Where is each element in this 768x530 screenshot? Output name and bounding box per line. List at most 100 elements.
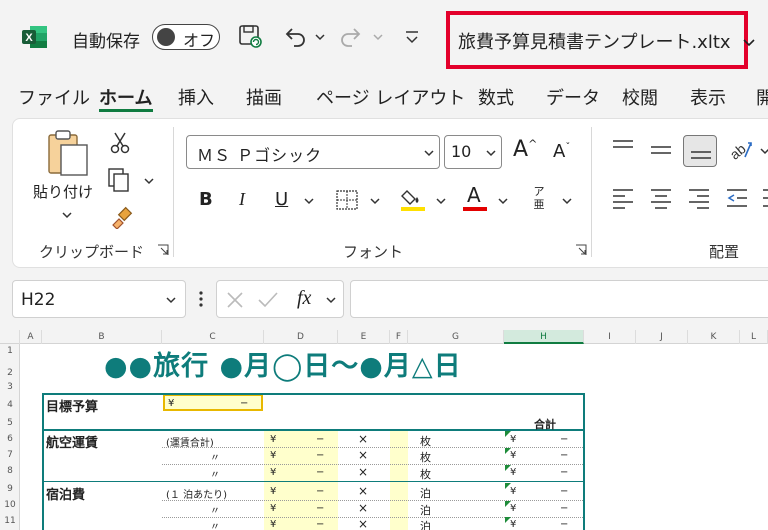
name-box-chevron-icon <box>166 297 176 304</box>
tab-file[interactable]: ファイル <box>18 84 90 110</box>
font-name-select[interactable]: ＭＳ Ｐゴシック <box>186 135 440 169</box>
phonetic-chevron-icon[interactable] <box>561 197 573 205</box>
quantity-input-column[interactable] <box>390 430 408 530</box>
tab-formulas[interactable]: 数式 <box>478 84 514 110</box>
price-yen: ¥ <box>270 434 277 445</box>
redo-icon[interactable] <box>338 22 366 50</box>
filename-highlight-box[interactable]: 旅費予算見積書テンプレート.xltx <box>446 11 755 69</box>
shrink-font-button[interactable]: Aˇ <box>553 141 570 162</box>
top-align-icon[interactable] <box>611 139 635 157</box>
font-launcher-icon[interactable] <box>575 244 587 256</box>
row-header[interactable]: 1 <box>0 346 20 356</box>
increase-indent-icon[interactable] <box>761 187 768 209</box>
italic-button[interactable]: I <box>239 189 245 210</box>
table-right-border <box>583 393 585 530</box>
row-header[interactable]: 2 <box>0 368 20 378</box>
tab-insert[interactable]: 挿入 <box>178 84 214 110</box>
tab-draw[interactable]: 描画 <box>246 84 282 110</box>
fill-color-icon[interactable] <box>399 185 427 213</box>
column-header-selected[interactable]: H <box>504 330 584 344</box>
worksheet-grid[interactable]: A B C D E F G H I J K L 1 2 3 4 5 6 7 8 … <box>0 330 768 530</box>
column-header[interactable]: I <box>584 330 636 344</box>
insert-function-button[interactable]: fx <box>297 287 311 310</box>
more-options-icon[interactable] <box>198 290 204 308</box>
orientation-chevron-icon[interactable] <box>759 147 768 155</box>
undo-dropdown-chevron-icon[interactable] <box>314 33 326 41</box>
paste-label[interactable]: 貼り付け <box>33 181 93 202</box>
ribbon-separator <box>591 127 592 257</box>
decrease-indent-icon[interactable] <box>725 187 749 209</box>
column-header[interactable]: D <box>264 330 338 344</box>
phonetic-guide-button[interactable]: ア 亜 <box>531 185 547 211</box>
grow-font-button[interactable]: A^ <box>513 137 537 162</box>
unit-price-input-column[interactable] <box>264 430 338 530</box>
svg-text:X: X <box>25 32 33 44</box>
formula-input[interactable] <box>350 280 768 318</box>
middle-align-icon[interactable] <box>649 141 673 159</box>
header-separator <box>42 429 584 431</box>
function-chevron-icon[interactable] <box>325 296 337 304</box>
copy-dropdown-chevron-icon[interactable] <box>143 177 155 185</box>
cut-icon[interactable] <box>109 131 131 155</box>
copy-icon[interactable] <box>107 167 131 193</box>
borders-chevron-icon[interactable] <box>369 197 381 205</box>
font-color-chevron-icon[interactable] <box>497 197 509 205</box>
font-color-button[interactable]: A <box>467 183 481 207</box>
row-header[interactable]: 4 <box>0 400 20 410</box>
underline-chevron-icon[interactable] <box>303 197 315 205</box>
column-header[interactable]: G <box>408 330 504 344</box>
save-icon[interactable] <box>236 22 264 50</box>
paste-dropdown-chevron-icon[interactable] <box>61 211 73 219</box>
align-right-icon[interactable] <box>687 187 711 209</box>
name-box[interactable]: H22 <box>12 280 186 318</box>
align-center-icon[interactable] <box>649 187 673 209</box>
price-dash: − <box>316 467 325 478</box>
tab-view[interactable]: 表示 <box>690 84 726 110</box>
document-filename: 旅費予算見積書テンプレート.xltx <box>458 28 756 54</box>
column-header[interactable]: B <box>42 330 162 344</box>
row-header[interactable]: 11 <box>0 516 20 526</box>
orientation-icon[interactable]: ab <box>727 137 755 163</box>
column-header[interactable]: E <box>338 330 390 344</box>
underline-button[interactable]: U <box>275 189 288 210</box>
column-header[interactable]: F <box>390 330 408 344</box>
column-header[interactable]: L <box>740 330 768 344</box>
column-header[interactable]: J <box>636 330 688 344</box>
row-header[interactable]: 8 <box>0 466 20 476</box>
excel-logo-icon: X <box>22 26 47 48</box>
tab-developer[interactable]: 開 <box>756 84 768 110</box>
bold-button[interactable]: B <box>199 189 213 210</box>
column-header[interactable]: A <box>20 330 42 344</box>
row-header[interactable]: 6 <box>0 434 20 444</box>
customize-quick-access-icon[interactable] <box>398 22 426 50</box>
row-header[interactable]: 10 <box>0 500 20 510</box>
redo-dropdown-chevron-icon[interactable] <box>372 33 384 41</box>
row-header[interactable]: 5 <box>0 418 20 428</box>
column-header[interactable]: K <box>688 330 740 344</box>
clipboard-launcher-icon[interactable] <box>157 244 169 256</box>
format-painter-icon[interactable] <box>109 205 133 229</box>
font-size-select[interactable]: 10 <box>444 135 502 169</box>
tab-data[interactable]: データ <box>546 84 600 110</box>
price-yen: ¥ <box>270 486 277 497</box>
ribbon-separator <box>173 127 174 257</box>
borders-icon[interactable] <box>335 189 359 211</box>
tab-home[interactable]: ホーム <box>99 84 152 110</box>
row-header[interactable]: 7 <box>0 450 20 460</box>
undo-icon[interactable] <box>280 22 308 50</box>
cancel-icon[interactable] <box>225 290 245 310</box>
paste-icon[interactable] <box>45 129 91 179</box>
times-sign: × <box>358 448 369 462</box>
bottom-align-button[interactable] <box>683 135 717 167</box>
row-header[interactable]: 9 <box>0 484 20 494</box>
select-all-corner[interactable] <box>0 330 20 344</box>
title-bar: X 自動保存 オフ 旅費予算見積書テンプレート.xltx <box>0 0 768 74</box>
fill-color-chevron-icon[interactable] <box>435 197 447 205</box>
enter-check-icon[interactable] <box>257 290 279 310</box>
column-header[interactable]: C <box>162 330 264 344</box>
tab-review[interactable]: 校閲 <box>622 84 658 110</box>
autosave-toggle[interactable]: オフ <box>152 24 220 50</box>
row-header[interactable]: 3 <box>0 382 20 392</box>
tab-page-layout[interactable]: ページ レイアウト <box>316 84 465 110</box>
align-left-icon[interactable] <box>611 187 635 209</box>
